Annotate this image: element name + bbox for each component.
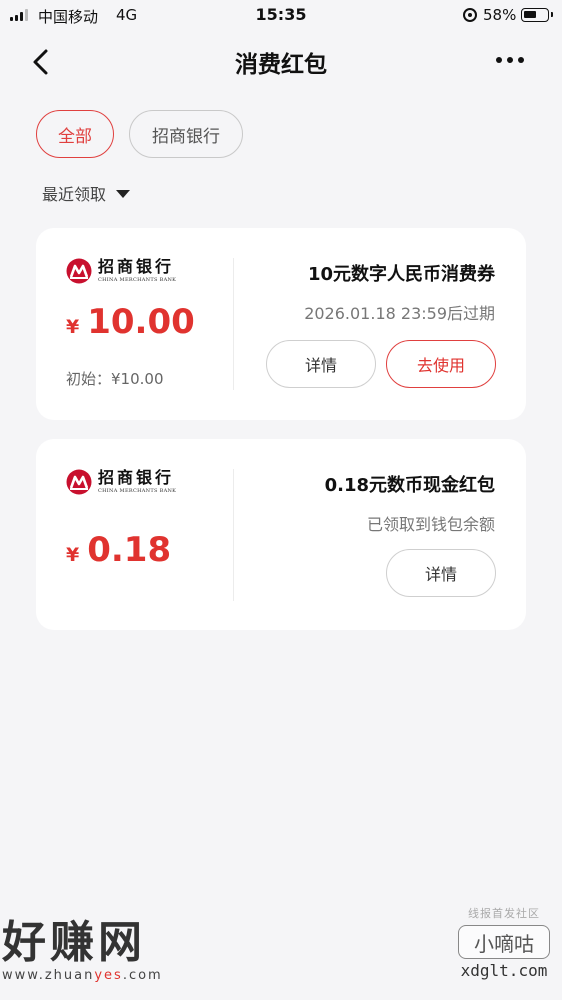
cmb-logo-icon bbox=[66, 258, 92, 284]
watermark-right-url: xdglt.com bbox=[460, 961, 548, 980]
currency-symbol: ¥ bbox=[66, 544, 80, 566]
coupon-title: 0.18元数币现金红包 bbox=[324, 475, 495, 496]
clock: 15:35 bbox=[255, 5, 307, 24]
battery-percent: 58% bbox=[483, 6, 517, 24]
detail-button[interactable]: 详情 bbox=[266, 340, 376, 388]
initial-amount: 初始：¥10.00 bbox=[66, 370, 164, 388]
coupon-status: 已领取到钱包余额 bbox=[366, 515, 495, 534]
detail-button[interactable]: 详情 bbox=[386, 549, 496, 597]
bank-logo: 招商银行 CHINA MERCHANTS BANK bbox=[66, 469, 176, 495]
watermark-right-brand: 小嘀咕 bbox=[458, 925, 550, 959]
page-title: 消费红包 bbox=[235, 52, 327, 78]
coupon-amount: ¥ 10.00 bbox=[66, 302, 195, 342]
card-divider bbox=[233, 469, 234, 601]
status-bar: 中国移动 4G 15:35 58% bbox=[0, 0, 562, 30]
caret-down-icon bbox=[116, 190, 131, 198]
filter-cmb[interactable]: 招商银行 bbox=[129, 110, 243, 158]
watermark-right-tagline: 线报首发社区 bbox=[468, 907, 540, 920]
coupon-title: 10元数字人民币消费券 bbox=[307, 264, 495, 285]
amount-value: 10.00 bbox=[87, 302, 195, 342]
more-button[interactable] bbox=[496, 57, 524, 63]
nav-bar: 消费红包 bbox=[0, 30, 562, 90]
bank-name-cn: 招商银行 bbox=[98, 468, 175, 487]
cmb-logo-icon bbox=[66, 469, 92, 495]
watermark-left-url: www.zhuanyes.com bbox=[2, 968, 163, 983]
bank-name-en: CHINA MERCHANTS BANK bbox=[98, 277, 177, 283]
watermark-left-title: 好赚网 bbox=[2, 917, 146, 968]
card-divider bbox=[233, 258, 234, 390]
sort-dropdown[interactable]: 最近领取 bbox=[42, 181, 131, 205]
sort-label: 最近领取 bbox=[42, 185, 107, 204]
coupon-amount: ¥ 0.18 bbox=[66, 530, 171, 570]
coupon-card[interactable]: 招商银行 CHINA MERCHANTS BANK ¥ 10.00 初始：¥10… bbox=[36, 228, 526, 420]
watermark-right: 线报首发社区 小嘀咕 xdglt.com bbox=[455, 905, 553, 980]
rotation-lock-icon bbox=[463, 8, 477, 22]
watermark-left: 好赚网 www.zhuanyes.com bbox=[2, 917, 163, 984]
currency-symbol: ¥ bbox=[66, 316, 80, 338]
coupon-card[interactable]: 招商银行 CHINA MERCHANTS BANK ¥ 0.18 0.18元数币… bbox=[36, 439, 526, 630]
bank-logo: 招商银行 CHINA MERCHANTS BANK bbox=[66, 258, 176, 284]
use-button[interactable]: 去使用 bbox=[386, 340, 496, 388]
battery-fill bbox=[524, 11, 537, 18]
bank-name-cn: 招商银行 bbox=[98, 257, 175, 276]
amount-value: 0.18 bbox=[87, 530, 172, 570]
filter-all[interactable]: 全部 bbox=[36, 110, 114, 158]
bank-name-en: CHINA MERCHANTS BANK bbox=[98, 488, 177, 494]
coupon-expiry: 2026.01.18 23:59后过期 bbox=[304, 304, 495, 323]
more-dots-icon bbox=[496, 57, 502, 63]
battery-icon bbox=[521, 8, 553, 22]
